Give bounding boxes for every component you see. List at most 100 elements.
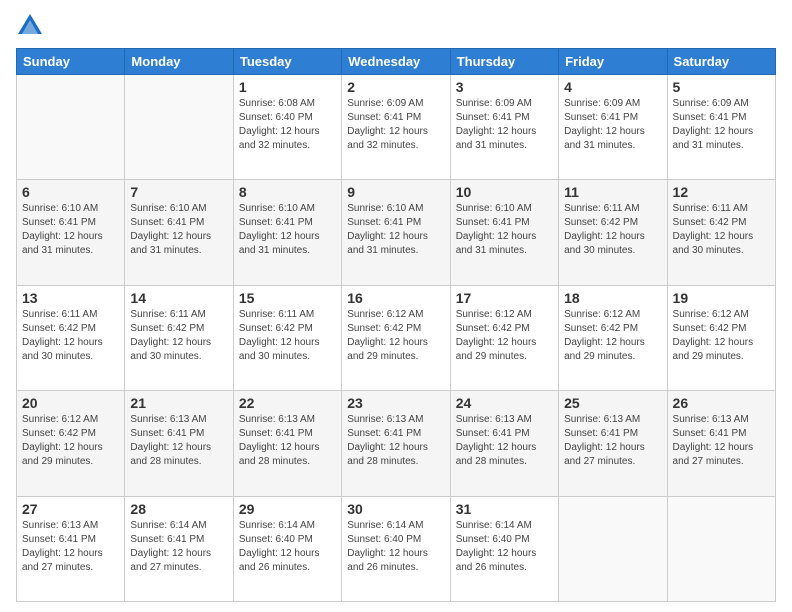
day-number: 22 [239, 395, 336, 411]
day-info: Sunrise: 6:09 AM Sunset: 6:41 PM Dayligh… [673, 97, 770, 153]
day-cell: 4Sunrise: 6:09 AM Sunset: 6:41 PM Daylig… [559, 75, 667, 180]
day-info: Sunrise: 6:14 AM Sunset: 6:41 PM Dayligh… [130, 519, 227, 575]
day-number: 7 [130, 184, 227, 200]
day-cell: 13 Sunrise: 6:11 AM Sunset: 6:42 PM Dayli… [17, 285, 125, 390]
day-info: Sunrise: 6:13 AM Sunset: 6:41 PM Dayligh… [239, 413, 336, 469]
day-cell: 16 Sunrise: 6:12 AM Sunset: 6:42 PM Dayli… [342, 285, 450, 390]
day-number: 6 [22, 184, 119, 200]
day-cell: 10 Sunrise: 6:10 AM Sunset: 6:41 PM Dayli… [450, 180, 558, 285]
day-cell: 28 Sunrise: 6:14 AM Sunset: 6:41 PM Dayli… [125, 496, 233, 601]
day-cell: 29Sunrise: 6:14 AM Sunset: 6:40 PM Dayli… [233, 496, 341, 601]
day-info: Sunrise: 6:12 AM Sunset: 6:42 PM Dayligh… [347, 308, 444, 364]
day-number: 17 [456, 290, 553, 306]
logo [16, 12, 48, 40]
day-number: 31 [456, 501, 553, 517]
day-info: Sunrise: 6:13 AM Sunset: 6:41 PM Dayligh… [456, 413, 553, 469]
day-number: 4 [564, 79, 661, 95]
page: SundayMondayTuesdayWednesdayThursdayFrid… [0, 0, 792, 612]
col-header-monday: Monday [125, 49, 233, 75]
col-header-tuesday: Tuesday [233, 49, 341, 75]
day-number: 5 [673, 79, 770, 95]
day-cell: 31 Sunrise: 6:14 AM Sunset: 6:40 PM Dayli… [450, 496, 558, 601]
day-info: Sunrise: 6:13 AM Sunset: 6:41 PM Dayligh… [347, 413, 444, 469]
day-number: 20 [22, 395, 119, 411]
logo-icon [16, 12, 44, 40]
day-info: Sunrise: 6:13 AM Sunset: 6:41 PM Dayligh… [22, 519, 119, 575]
day-info: Sunrise: 6:09 AM Sunset: 6:41 PM Dayligh… [347, 97, 444, 153]
day-info: Sunrise: 6:12 AM Sunset: 6:42 PM Dayligh… [456, 308, 553, 364]
day-info: Sunrise: 6:10 AM Sunset: 6:41 PM Dayligh… [456, 202, 553, 258]
day-info: Sunrise: 6:14 AM Sunset: 6:40 PM Dayligh… [456, 519, 553, 575]
day-cell: 8 Sunrise: 6:10 AM Sunset: 6:41 PM Daylig… [233, 180, 341, 285]
day-number: 15 [239, 290, 336, 306]
day-cell: 7Sunrise: 6:10 AM Sunset: 6:41 PM Daylig… [125, 180, 233, 285]
day-number: 13 [22, 290, 119, 306]
day-cell: 18 Sunrise: 6:12 AM Sunset: 6:42 PM Dayli… [559, 285, 667, 390]
day-cell: 2 Sunrise: 6:09 AM Sunset: 6:41 PM Daylig… [342, 75, 450, 180]
day-cell: 12Sunrise: 6:11 AM Sunset: 6:42 PM Dayli… [667, 180, 775, 285]
week-row-2: 6 Sunrise: 6:10 AM Sunset: 6:41 PM Daylig… [17, 180, 776, 285]
day-info: Sunrise: 6:13 AM Sunset: 6:41 PM Dayligh… [673, 413, 770, 469]
day-info: Sunrise: 6:11 AM Sunset: 6:42 PM Dayligh… [22, 308, 119, 364]
day-number: 27 [22, 501, 119, 517]
day-info: Sunrise: 6:12 AM Sunset: 6:42 PM Dayligh… [22, 413, 119, 469]
day-cell: 25 Sunrise: 6:13 AM Sunset: 6:41 PM Dayli… [559, 391, 667, 496]
header [16, 12, 776, 40]
week-row-3: 13 Sunrise: 6:11 AM Sunset: 6:42 PM Dayli… [17, 285, 776, 390]
day-cell [667, 496, 775, 601]
day-info: Sunrise: 6:10 AM Sunset: 6:41 PM Dayligh… [22, 202, 119, 258]
col-header-sunday: Sunday [17, 49, 125, 75]
day-info: Sunrise: 6:11 AM Sunset: 6:42 PM Dayligh… [130, 308, 227, 364]
day-cell: 20 Sunrise: 6:12 AM Sunset: 6:42 PM Dayli… [17, 391, 125, 496]
day-cell [125, 75, 233, 180]
day-cell: 1 Sunrise: 6:08 AM Sunset: 6:40 PM Daylig… [233, 75, 341, 180]
day-number: 3 [456, 79, 553, 95]
day-info: Sunrise: 6:12 AM Sunset: 6:42 PM Dayligh… [564, 308, 661, 364]
day-cell: 21Sunrise: 6:13 AM Sunset: 6:41 PM Dayli… [125, 391, 233, 496]
week-row-1: 1 Sunrise: 6:08 AM Sunset: 6:40 PM Daylig… [17, 75, 776, 180]
day-info: Sunrise: 6:11 AM Sunset: 6:42 PM Dayligh… [564, 202, 661, 258]
day-number: 24 [456, 395, 553, 411]
day-info: Sunrise: 6:08 AM Sunset: 6:40 PM Dayligh… [239, 97, 336, 153]
day-info: Sunrise: 6:10 AM Sunset: 6:41 PM Dayligh… [347, 202, 444, 258]
day-cell: 3 Sunrise: 6:09 AM Sunset: 6:41 PM Daylig… [450, 75, 558, 180]
day-cell: 27 Sunrise: 6:13 AM Sunset: 6:41 PM Dayli… [17, 496, 125, 601]
day-info: Sunrise: 6:10 AM Sunset: 6:41 PM Dayligh… [239, 202, 336, 258]
day-number: 18 [564, 290, 661, 306]
day-info: Sunrise: 6:12 AM Sunset: 6:42 PM Dayligh… [673, 308, 770, 364]
day-number: 11 [564, 184, 661, 200]
day-number: 28 [130, 501, 227, 517]
day-info: Sunrise: 6:11 AM Sunset: 6:42 PM Dayligh… [239, 308, 336, 364]
day-number: 19 [673, 290, 770, 306]
day-cell: 11 Sunrise: 6:11 AM Sunset: 6:42 PM Dayli… [559, 180, 667, 285]
day-cell: 14Sunrise: 6:11 AM Sunset: 6:42 PM Dayli… [125, 285, 233, 390]
day-number: 8 [239, 184, 336, 200]
day-cell: 30Sunrise: 6:14 AM Sunset: 6:40 PM Dayli… [342, 496, 450, 601]
day-info: Sunrise: 6:11 AM Sunset: 6:42 PM Dayligh… [673, 202, 770, 258]
col-header-saturday: Saturday [667, 49, 775, 75]
day-number: 9 [347, 184, 444, 200]
day-info: Sunrise: 6:14 AM Sunset: 6:40 PM Dayligh… [239, 519, 336, 575]
day-info: Sunrise: 6:13 AM Sunset: 6:41 PM Dayligh… [564, 413, 661, 469]
col-header-friday: Friday [559, 49, 667, 75]
day-cell [559, 496, 667, 601]
calendar: SundayMondayTuesdayWednesdayThursdayFrid… [16, 48, 776, 602]
day-number: 16 [347, 290, 444, 306]
day-number: 1 [239, 79, 336, 95]
day-cell: 26Sunrise: 6:13 AM Sunset: 6:41 PM Dayli… [667, 391, 775, 496]
day-cell: 17 Sunrise: 6:12 AM Sunset: 6:42 PM Dayli… [450, 285, 558, 390]
week-row-4: 20 Sunrise: 6:12 AM Sunset: 6:42 PM Dayli… [17, 391, 776, 496]
day-number: 2 [347, 79, 444, 95]
day-info: Sunrise: 6:13 AM Sunset: 6:41 PM Dayligh… [130, 413, 227, 469]
day-cell: 23Sunrise: 6:13 AM Sunset: 6:41 PM Dayli… [342, 391, 450, 496]
day-info: Sunrise: 6:14 AM Sunset: 6:40 PM Dayligh… [347, 519, 444, 575]
week-row-5: 27 Sunrise: 6:13 AM Sunset: 6:41 PM Dayli… [17, 496, 776, 601]
day-cell: 6 Sunrise: 6:10 AM Sunset: 6:41 PM Daylig… [17, 180, 125, 285]
day-cell: 5 Sunrise: 6:09 AM Sunset: 6:41 PM Daylig… [667, 75, 775, 180]
day-number: 25 [564, 395, 661, 411]
day-cell [17, 75, 125, 180]
day-number: 10 [456, 184, 553, 200]
day-info: Sunrise: 6:09 AM Sunset: 6:41 PM Dayligh… [456, 97, 553, 153]
col-header-wednesday: Wednesday [342, 49, 450, 75]
header-row: SundayMondayTuesdayWednesdayThursdayFrid… [17, 49, 776, 75]
